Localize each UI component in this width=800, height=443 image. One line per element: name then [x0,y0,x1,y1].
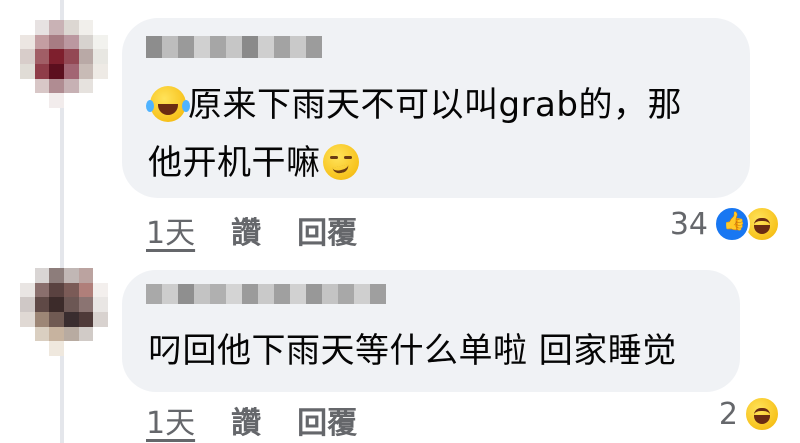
blurred-author-name[interactable] [146,36,322,58]
like-button[interactable]: 讚 [231,208,261,252]
reactions-summary[interactable]: 34 [670,206,780,242]
reaction-count: 34 [669,206,708,242]
reactions-summary[interactable]: 2 [719,396,780,432]
reply-button[interactable]: 回覆 [297,208,357,252]
comment-bubble: 原来下雨天不可以叫grab的，那 他开机干嘛 [122,18,750,198]
haha-icon [744,396,780,432]
comment-text: 原来下雨天不可以叫grab的，那 他开机干嘛 [146,76,728,192]
comment-text-line2: 他开机干嘛 [148,143,321,183]
reaction-icons [714,206,780,242]
comment-text-line1: 原来下雨天不可以叫grab的，那 [188,85,682,125]
reply-button[interactable]: 回覆 [297,398,357,442]
comment-2: 叼回他下雨天等什么单啦 回家睡觉 1天 讚 回覆 2 [0,252,800,443]
avatar[interactable] [20,268,108,356]
timestamp-link[interactable]: 1天 [146,398,195,442]
comment-bubble: 叼回他下雨天等什么单啦 回家睡觉 [122,270,740,392]
comment-actions: 1天 讚 回覆 [146,398,357,442]
like-button[interactable]: 讚 [231,398,261,442]
blurred-author-name[interactable] [146,284,386,304]
comment-thread: 原来下雨天不可以叫grab的，那 他开机干嘛 1天 讚 回覆 34 👍 叼回他下… [0,0,800,443]
comment-actions: 1天 讚 回覆 [146,208,357,252]
comment-text-line1: 叼回他下雨天等什么单啦 回家睡觉 [148,331,677,371]
comment-text: 叼回他下雨天等什么单啦 回家睡觉 [148,322,718,380]
smirk-emoji [322,144,359,180]
reaction-icons [744,396,780,432]
avatar[interactable] [20,20,108,108]
like-icon [714,206,750,242]
laughing-tears-emoji [146,86,186,122]
timestamp-link[interactable]: 1天 [146,208,195,252]
comment-1: 原来下雨天不可以叫grab的，那 他开机干嘛 1天 讚 回覆 34 [0,0,800,252]
reaction-count: 2 [718,396,738,432]
